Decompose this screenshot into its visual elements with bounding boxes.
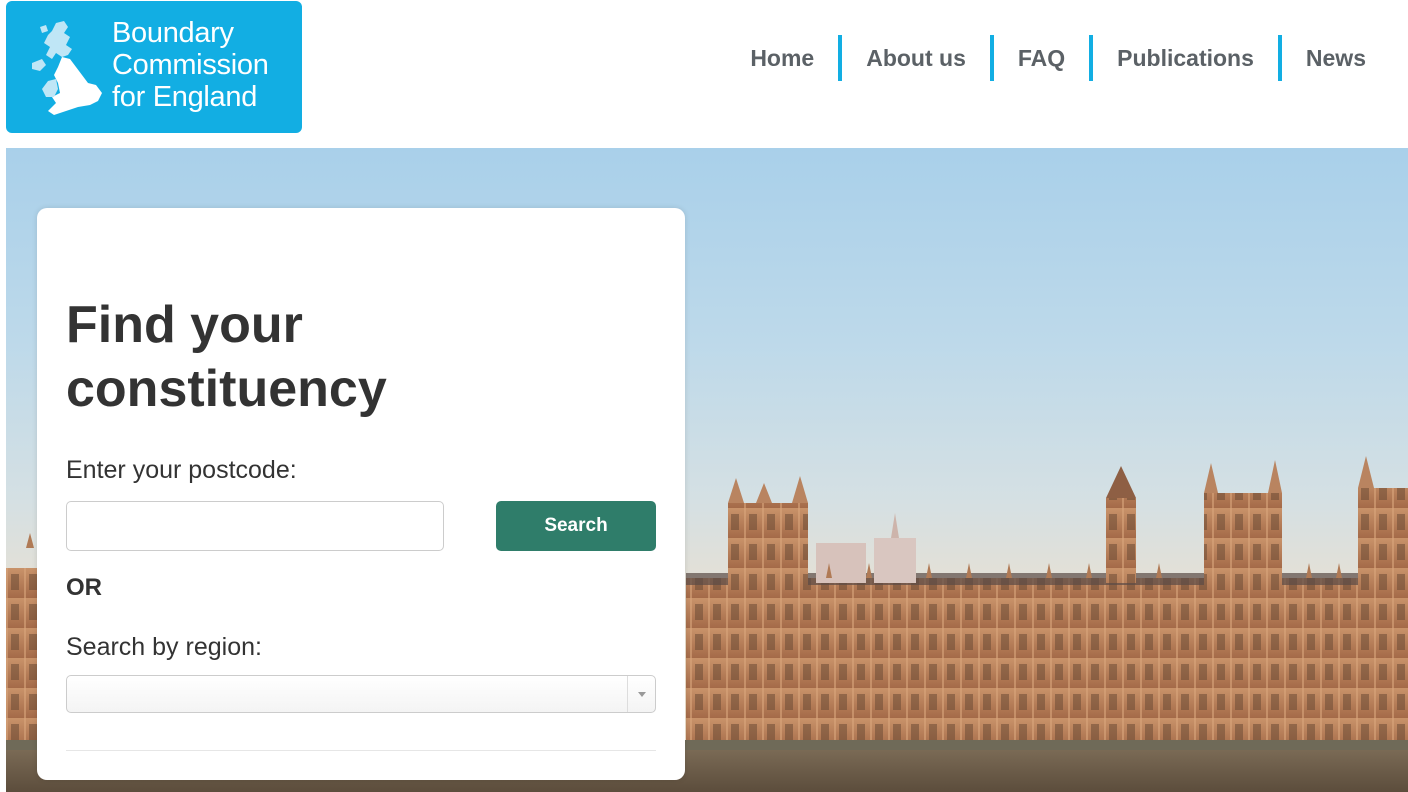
postcode-label: Enter your postcode:	[66, 456, 297, 484]
nav-publications[interactable]: Publications	[1093, 35, 1278, 81]
nav-about-us[interactable]: About us	[842, 35, 990, 81]
logo-line-1: Boundary	[112, 17, 234, 49]
chevron-down-icon	[638, 692, 646, 697]
site-logo[interactable]: Boundary Commission for England	[6, 1, 302, 133]
region-select[interactable]	[66, 675, 656, 713]
panel-divider	[66, 750, 656, 751]
logo-wordmark: Boundary Commission for England	[112, 17, 269, 113]
region-select-toggle[interactable]	[627, 676, 655, 712]
search-button[interactable]: Search	[496, 501, 656, 551]
main-nav: Home About us FAQ Publications News	[726, 35, 1408, 81]
page-title: Find your constituency	[66, 296, 387, 418]
nav-news[interactable]: News	[1282, 35, 1408, 81]
site-header: Boundary Commission for England Home Abo…	[0, 0, 1408, 148]
postcode-input[interactable]	[66, 501, 444, 551]
logo-line-3: for England	[112, 81, 258, 113]
logo-line-2: Commission	[112, 49, 269, 81]
nav-home[interactable]: Home	[726, 35, 838, 81]
or-label: OR	[66, 574, 102, 601]
uk-map-icon	[32, 21, 102, 115]
constituency-search-panel: Find your constituency Enter your postco…	[37, 208, 685, 780]
nav-faq[interactable]: FAQ	[994, 35, 1089, 81]
region-label: Search by region:	[66, 633, 262, 661]
